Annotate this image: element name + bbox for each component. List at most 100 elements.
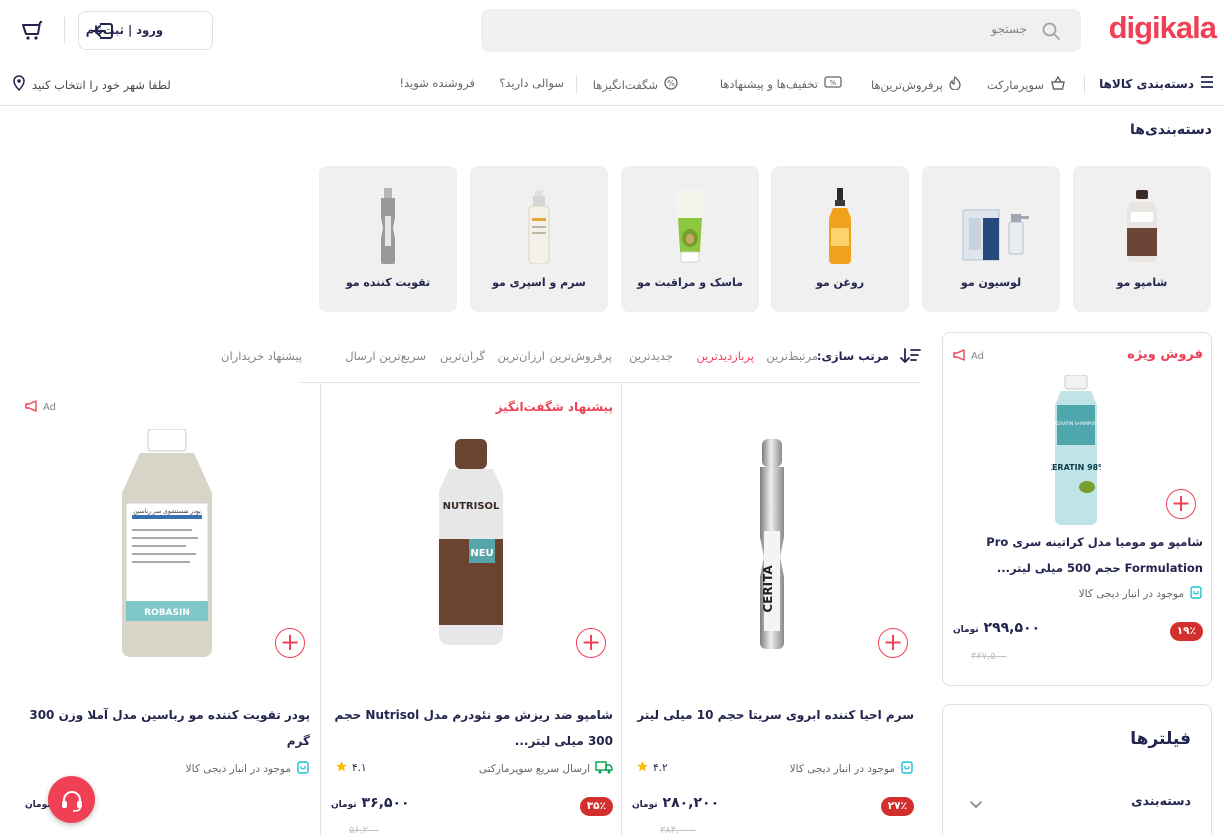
nav-divider [576, 76, 577, 94]
old-price: ۳۸۴,۰۰۰ [660, 825, 696, 835]
product-brand-text: NUTRISOL [443, 501, 500, 512]
stock-label: موجود در انبار دیجی کالا [789, 762, 895, 775]
category-card[interactable]: سرم و اسپری مو [470, 166, 608, 312]
svg-text:%: % [667, 79, 675, 88]
categories-title: دسته‌بندی‌ها [1129, 122, 1212, 138]
nav-amazing-label: شگفت‌انگیزها [592, 77, 658, 92]
megaphone-icon [953, 349, 967, 364]
truck-icon [595, 760, 613, 777]
category-card[interactable]: لوسیون مو [922, 166, 1060, 312]
add-to-cart-button[interactable]: + [576, 628, 606, 658]
product-name: سرم احیا کننده ابروی سریتا حجم 10 میلی ل… [637, 708, 914, 722]
hair-serum-image [509, 186, 569, 264]
warehouse-icon [900, 760, 914, 777]
category-label: شامپو مو [1116, 276, 1168, 289]
special-brand-sub: KERATIN SHAMPOO [1054, 421, 1098, 427]
category-card[interactable]: تقویت کننده مو [319, 166, 457, 312]
add-to-cart-button[interactable]: + [1166, 489, 1196, 519]
ad-badge: Ad [25, 400, 56, 415]
headset-icon [60, 788, 84, 816]
add-to-cart-button[interactable]: + [878, 628, 908, 658]
product-label-text: پودر شستشوی سر رباسین [133, 508, 201, 515]
sort-option[interactable]: پیشنهاد خریداران [221, 349, 302, 363]
delivery-status: ارسال سریع سوپرمارکتی [479, 760, 613, 777]
filter-category[interactable]: دسته‌بندی [1131, 793, 1191, 808]
stock-label: موجود در انبار دیجی کالا [1078, 587, 1184, 600]
nav-seller[interactable]: فروشنده شوید! [399, 76, 475, 90]
search-icon [1041, 21, 1061, 45]
stock-label: موجود در انبار دیجی کالا [185, 762, 291, 775]
warehouse-icon [296, 760, 310, 777]
nav-categories[interactable]: دسته‌بندی کالاها [1099, 76, 1214, 91]
old-price: ۳۶۷,۵۰۰ [971, 651, 1007, 662]
nav-supermarket[interactable]: سوپرمارکت [987, 75, 1066, 93]
category-card[interactable]: شامپو مو [1073, 166, 1211, 312]
filters-title: فیلترها [1130, 729, 1191, 749]
coupon-icon: % [824, 76, 842, 91]
nav-questions[interactable]: سوالی دارید؟ [499, 76, 564, 90]
nav-bestsellers-label: پرفروش‌ترین‌ها [870, 77, 943, 92]
star-icon [335, 760, 348, 776]
product-card[interactable]: پیشنهاد شگفت‌انگیز NEU NUTRISOL + شامپو ض… [320, 384, 621, 835]
basket-icon [1050, 75, 1066, 93]
ad-label: Ad [43, 402, 57, 413]
product-image: ROBASIN پودر شستشوی سر رباسین [87, 424, 247, 664]
shampoo-image [1112, 186, 1172, 264]
category-card[interactable]: ماسک و مراقبت مو [621, 166, 759, 312]
city-selector[interactable]: لطفا شهر خود را انتخاب کنید [12, 75, 171, 94]
sort-option[interactable]: گران‌ترین [440, 349, 485, 363]
search-bar[interactable]: جستجو [481, 9, 1081, 52]
currency-label: تومان [25, 800, 51, 810]
sort-option[interactable]: سریع‌ترین ارسال [345, 349, 426, 363]
filters-panel: فیلترها دسته‌بندی [942, 704, 1212, 835]
cart-icon[interactable] [20, 19, 44, 45]
nav-categories-label: دسته‌بندی کالاها [1099, 76, 1194, 91]
rating-value: ۴.۱ [352, 762, 367, 774]
product-rating: ۴.۲ [636, 760, 668, 776]
product-price: تومان [25, 795, 51, 811]
discount-badge: ۳۵٪ [579, 797, 613, 816]
sort-option[interactable]: ارزان‌ترین [498, 349, 545, 363]
fire-icon [949, 75, 961, 93]
sort-bar: مرتب سازی: مرتبط‌ترین پربازدیدترین جدیدت… [301, 347, 921, 383]
stock-status: موجود در انبار دیجی کالا [1079, 585, 1203, 602]
digikala-logo[interactable]: digikala [1109, 10, 1217, 46]
nav-bestsellers[interactable]: پرفروش‌ترین‌ها [870, 75, 961, 93]
rating-value: ۴.۲ [653, 762, 668, 774]
sort-option[interactable]: جدیدترین [629, 349, 673, 363]
sort-option[interactable]: مرتبط‌ترین [766, 349, 818, 363]
hair-booster-image [358, 186, 418, 264]
currency-label: تومان [632, 800, 658, 810]
megaphone-icon [25, 400, 39, 415]
support-button[interactable] [48, 776, 95, 823]
category-label: ماسک و مراقبت مو [637, 276, 743, 289]
nav-questions-label: سوالی دارید؟ [499, 76, 564, 90]
sort-option[interactable]: پرفروش‌ترین [550, 349, 612, 363]
old-price: ۵۶,۲۰۰ [349, 825, 380, 835]
chevron-down-icon[interactable] [969, 795, 983, 814]
nav-divider [1084, 76, 1085, 94]
main-nav: دسته‌بندی کالاها سوپرمارکت پرفروش‌ترین‌ه… [0, 62, 1224, 106]
login-button[interactable]: ورود | ثبت‌نام [78, 11, 213, 50]
special-sale-title: فروش ویژه [1127, 347, 1203, 362]
search-placeholder: جستجو [991, 22, 1027, 36]
nav-discounts[interactable]: % تخفیف‌ها و پیشنهادها [720, 76, 842, 91]
product-name: شامپو ضد ریزش مو نئودرم مدل Nutrisol حجم… [334, 708, 613, 748]
sort-option-active[interactable]: پربازدیدترین [696, 349, 754, 363]
product-card[interactable]: Ad ROBASIN پودر شستشوی سر رباسین + پودر ت… [17, 384, 318, 835]
ad-badge: Ad [953, 349, 984, 364]
category-label: تقویت کننده مو [345, 276, 431, 289]
hair-oil-image [810, 186, 870, 264]
location-pin-icon [12, 75, 26, 94]
city-label: لطفا شهر خود را انتخاب کنید [32, 77, 171, 92]
add-to-cart-button[interactable]: + [275, 628, 305, 658]
product-card[interactable]: CERITA + سرم احیا کننده ابروی سریتا حجم … [621, 384, 922, 835]
stock-status: موجود در انبار دیجی کالا [186, 760, 310, 777]
header-divider [64, 17, 65, 43]
category-label: لوسیون مو [960, 276, 1022, 289]
product-image: CERITA [682, 424, 862, 664]
nav-amazing[interactable]: % شگفت‌انگیزها [593, 76, 678, 93]
special-sale-card[interactable]: فروش ویژه Ad 98% KERATINKERATIN SHAMPOO … [942, 332, 1212, 686]
menu-icon [1200, 76, 1214, 91]
category-card[interactable]: روغن مو [771, 166, 909, 312]
